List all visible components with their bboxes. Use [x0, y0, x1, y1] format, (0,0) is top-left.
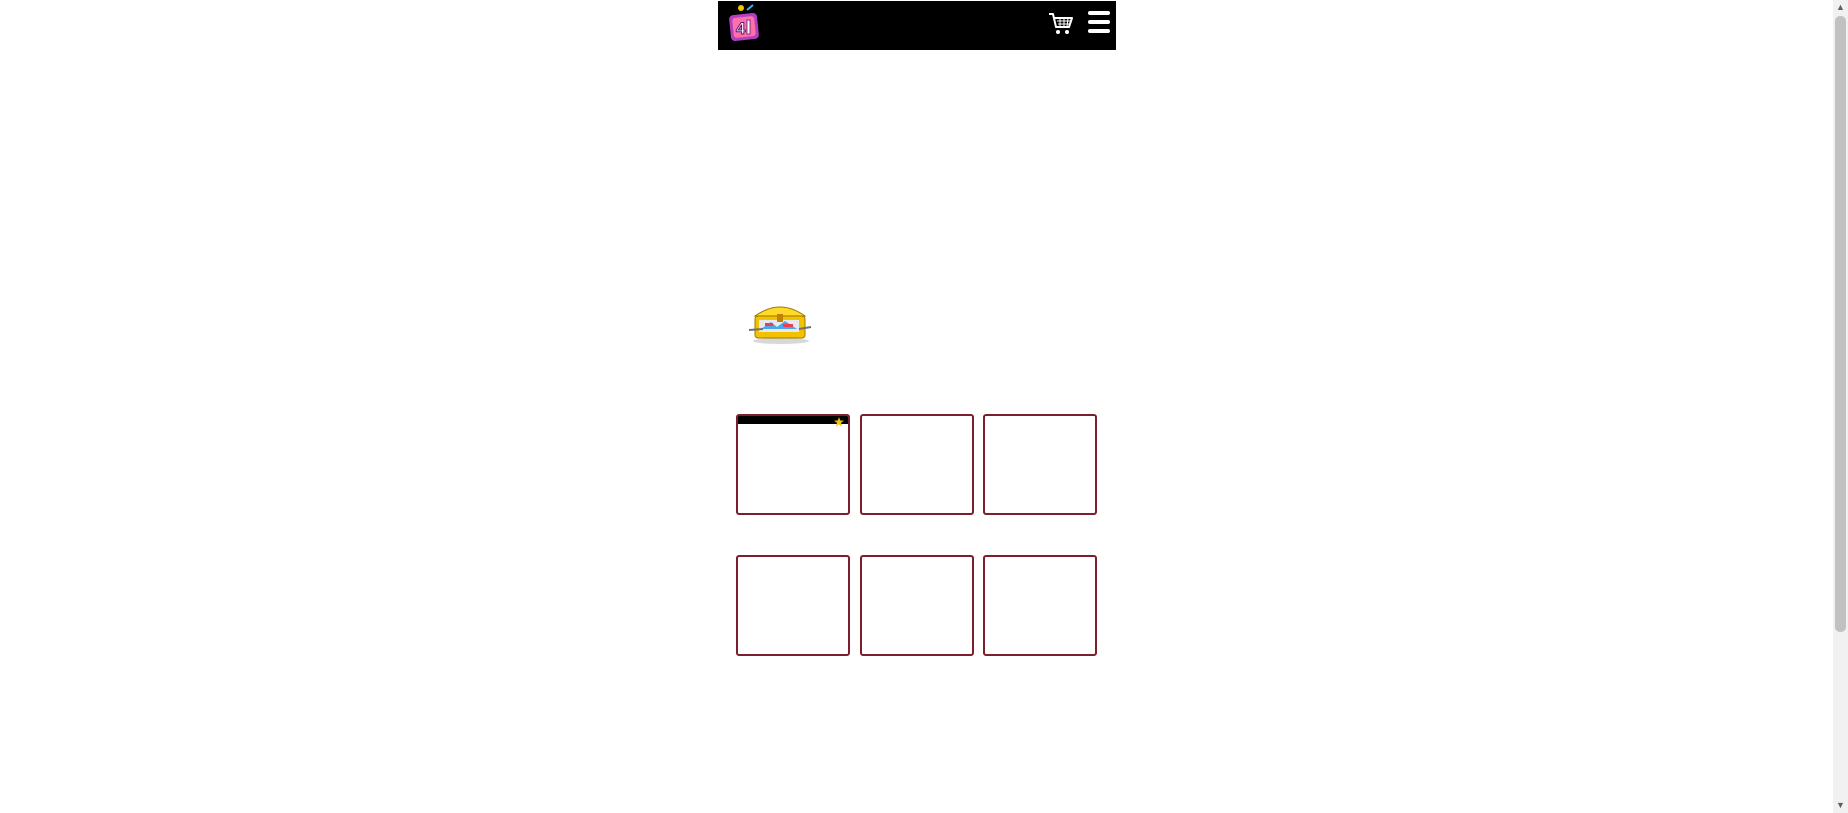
product-tile-6[interactable]	[983, 555, 1097, 656]
top-header-bar: 4	[718, 1, 1116, 50]
product-tile-4[interactable]	[736, 555, 850, 656]
scrollbar-thumb[interactable]	[1835, 16, 1846, 632]
hamburger-menu-icon[interactable]	[1088, 11, 1110, 33]
treasure-chest-image[interactable]	[747, 296, 815, 346]
scroll-up-arrow-icon[interactable]: ▲	[1833, 0, 1848, 15]
product-tile-3[interactable]	[983, 414, 1097, 515]
svg-text:4: 4	[736, 19, 746, 38]
shopping-cart-icon[interactable]	[1048, 11, 1074, 37]
product-tile-2[interactable]	[860, 414, 974, 515]
brand-logo[interactable]: 4	[727, 4, 761, 42]
product-tile-1[interactable]	[736, 414, 850, 515]
tile-header-strip	[738, 416, 848, 424]
menu-line	[1088, 20, 1110, 24]
page: 4 ▲ ▼	[0, 0, 1848, 813]
star-icon	[834, 417, 844, 427]
menu-line	[1088, 11, 1110, 15]
scroll-down-arrow-icon[interactable]: ▼	[1833, 798, 1848, 813]
logo-icon: 4	[729, 4, 759, 41]
product-tile-5[interactable]	[860, 555, 974, 656]
menu-line	[1088, 29, 1110, 33]
vertical-scrollbar[interactable]: ▲ ▼	[1833, 0, 1848, 813]
